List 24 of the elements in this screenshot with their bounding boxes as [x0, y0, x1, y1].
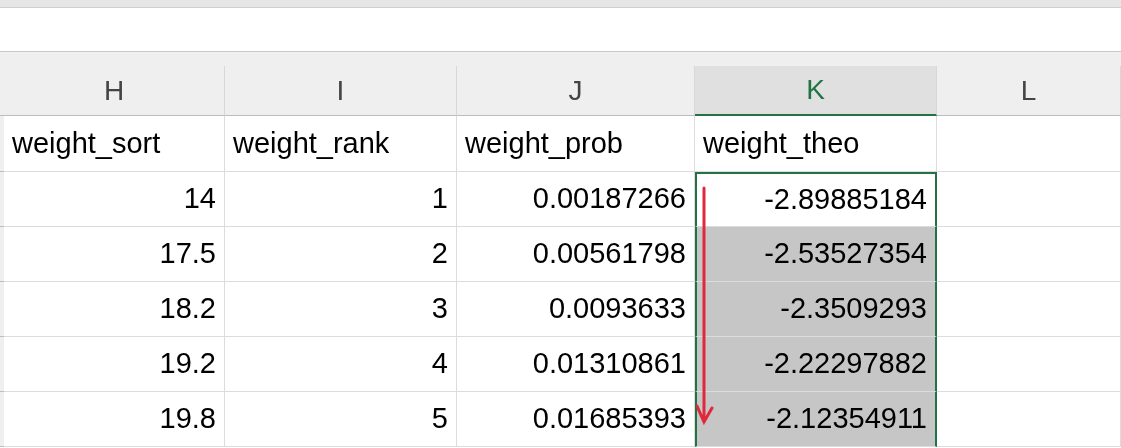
table-cell: 5 — [225, 392, 457, 447]
table-cell: 17.5 — [4, 227, 225, 282]
table-cell: weight_prob — [457, 116, 695, 172]
table-cell: -2.22297882 — [695, 337, 937, 392]
column-header[interactable]: L — [937, 66, 1121, 116]
table-cell: 19.8 — [4, 392, 225, 447]
column-header[interactable]: J — [457, 66, 695, 116]
table-cell: 3 — [225, 282, 457, 337]
table-cell: 18.2 — [4, 282, 225, 337]
table-cell: weight_rank — [225, 116, 457, 172]
table-cell: 1 — [225, 172, 457, 227]
table-cell: -2.53527354 — [695, 227, 937, 282]
column-header[interactable]: H — [4, 66, 225, 116]
column-header[interactable]: I — [225, 66, 457, 116]
table-cell: 4 — [225, 337, 457, 392]
table-cell: 0.00187266 — [457, 172, 695, 227]
table-cell: 2 — [225, 227, 457, 282]
table-cell: 14 — [4, 172, 225, 227]
column-header[interactable]: K — [695, 66, 937, 116]
table-cell: weight_theo — [695, 116, 937, 172]
table-cell: weight_sort — [4, 116, 225, 172]
table-cell: -2.3509293 — [695, 282, 937, 337]
table-cell: 19.2 — [4, 337, 225, 392]
table-cell: -2.12354911 — [695, 392, 937, 447]
